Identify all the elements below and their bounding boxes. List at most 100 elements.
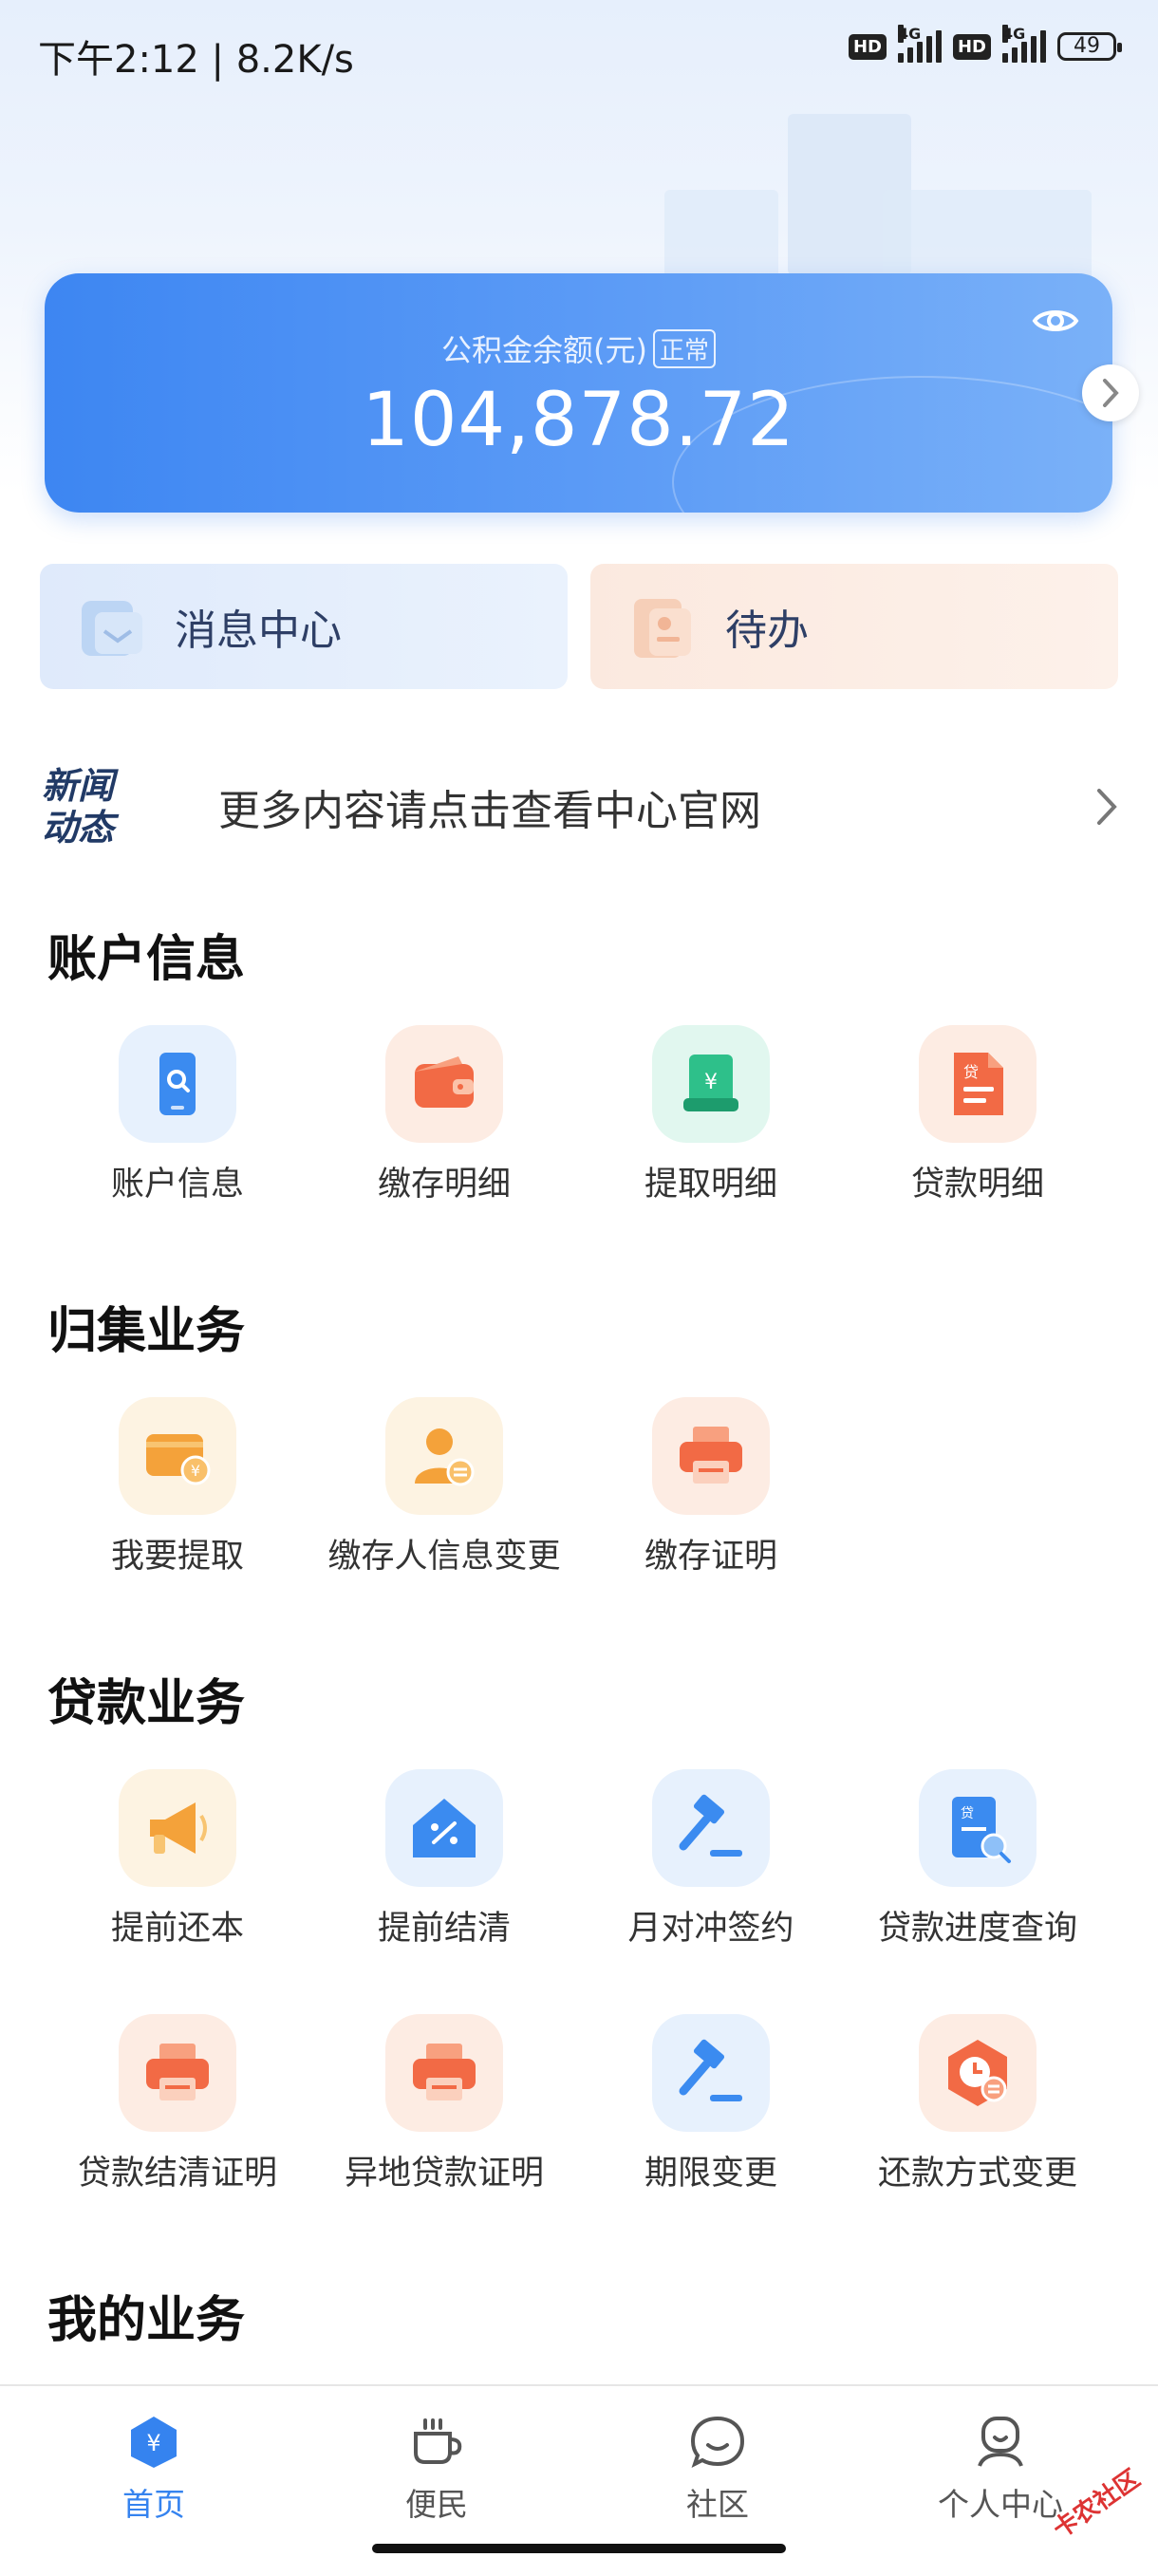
megaphone-icon: [150, 1802, 207, 1854]
item-icon-wrapper: [385, 2014, 503, 2132]
network-type: 4G: [897, 25, 922, 43]
printer-icon: [680, 1427, 742, 1484]
house-percent-icon: [413, 1799, 476, 1857]
nav-label: 社区: [686, 2486, 749, 2523]
news-banner[interactable]: 新闻 动态 更多内容请点击查看中心官网: [42, 759, 1124, 854]
grid-item-early-settlement[interactable]: 提前结清: [311, 1769, 577, 1950]
item-label: 还款方式变更: [877, 2155, 1077, 2193]
clock-exchange-icon: [948, 2040, 1007, 2106]
grid-item-early-repay-principal[interactable]: 提前还本: [45, 1769, 310, 1950]
nav-label: 便民: [405, 2486, 468, 2523]
item-label: 缴存人信息变更: [327, 1538, 561, 1576]
section-title-loan: 贷款业务: [47, 1675, 246, 1732]
item-label: 贷款进度查询: [877, 1910, 1077, 1948]
phone-search-icon: [159, 1053, 196, 1115]
item-label: 提前还本: [110, 1910, 244, 1948]
grid-item-deposit-certificate[interactable]: 缴存证明: [578, 1397, 844, 1577]
svg-text:贷: 贷: [963, 1063, 979, 1081]
grid-item-withdraw-detail[interactable]: ¥ 提取明细: [578, 1025, 844, 1205]
wallet-icon: [415, 1056, 474, 1108]
signal-icon: 4G: [1002, 25, 1046, 63]
grid-item-remote-loan-certificate[interactable]: 异地贷款证明: [311, 2014, 577, 2194]
grid-item-account-info[interactable]: 账户信息: [45, 1025, 310, 1205]
balance-amount: 104,878.72: [362, 378, 795, 463]
printer-icon: [413, 2044, 476, 2100]
grid-item-loan-progress-query[interactable]: 贷 贷款进度查询: [845, 1769, 1111, 1950]
nav-item-home[interactable]: ¥ 首页: [59, 2413, 249, 2525]
grid-item-withdraw[interactable]: ¥ 我要提取: [45, 1397, 310, 1577]
item-icon-wrapper: [919, 2014, 1037, 2132]
home-indicator[interactable]: [372, 2544, 786, 2553]
cup-icon: [414, 2418, 462, 2464]
grid-item-repayment-method-change[interactable]: 还款方式变更: [845, 2014, 1111, 2194]
status-icons: HD 4G HD 4G 49: [848, 25, 1122, 63]
battery-icon: 49: [1057, 32, 1122, 61]
item-icon-wrapper: [385, 1769, 503, 1887]
balance-card[interactable]: 公积金余额(元) 正常 104,878.72: [45, 273, 1112, 513]
news-logo: 新闻 动态: [42, 765, 146, 849]
item-icon-wrapper: ¥: [119, 1397, 236, 1515]
item-icon-wrapper: [385, 1397, 503, 1515]
gavel-icon: [679, 2039, 742, 2101]
grid-item-term-change[interactable]: 期限变更: [578, 2014, 844, 2194]
nav-item-community[interactable]: 社区: [623, 2413, 812, 2525]
chevron-right-icon: [1097, 789, 1117, 825]
news-text: 更多内容请点击查看中心官网: [218, 787, 761, 835]
item-icon-wrapper: [652, 1397, 770, 1515]
section-title-account: 账户信息: [47, 931, 246, 988]
loan-search-icon: 贷: [952, 1797, 1011, 1863]
news-logo-line: 新闻: [42, 765, 115, 807]
yuan-card-icon: ¥: [683, 1055, 738, 1111]
message-center-icon: [82, 601, 142, 656]
printer-icon: [146, 2044, 209, 2100]
item-label: 期限变更: [644, 2155, 777, 2193]
wallet-yuan-icon: ¥: [146, 1434, 211, 1485]
svg-text:¥: ¥: [146, 2430, 160, 2456]
item-icon-wrapper: [119, 1769, 236, 1887]
item-label: 异地贷款证明: [344, 2155, 544, 2193]
nav-item-convenience[interactable]: 便民: [342, 2413, 532, 2525]
svg-text:贷: 贷: [961, 1806, 974, 1821]
tile-label: 消息中心: [175, 607, 342, 655]
network-type: 4G: [1002, 25, 1026, 43]
svg-text:¥: ¥: [704, 1071, 718, 1094]
grid-item-depositor-info-change[interactable]: 缴存人信息变更: [311, 1397, 577, 1577]
item-icon-wrapper: [652, 1769, 770, 1887]
nav-label: 首页: [122, 2486, 185, 2523]
user-icon: [978, 2417, 1023, 2467]
grid-item-loan-detail[interactable]: 贷 贷款明细: [845, 1025, 1111, 1205]
item-label: 缴存明细: [377, 1166, 511, 1204]
grid-item-deposit-detail[interactable]: 缴存明细: [311, 1025, 577, 1205]
svg-text:¥: ¥: [191, 1462, 200, 1480]
eye-icon[interactable]: [1029, 294, 1082, 347]
gavel-icon: [679, 1794, 742, 1857]
tile-message-center[interactable]: 消息中心: [40, 564, 568, 689]
item-icon-wrapper: ¥: [652, 1025, 770, 1143]
item-label: 提前结清: [377, 1910, 511, 1948]
item-label: 缴存证明: [644, 1538, 777, 1576]
item-icon-wrapper: [119, 1025, 236, 1143]
item-label: 贷款明细: [910, 1166, 1044, 1204]
status-time: 下午2:12 | 8.2K/s: [38, 38, 354, 82]
item-label: 提取明细: [644, 1166, 777, 1204]
section-title-collection: 归集业务: [47, 1303, 246, 1360]
status-bar: 下午2:12 | 8.2K/s HD 4G HD 4G 49: [0, 0, 1158, 104]
status-badge: 正常: [652, 329, 716, 368]
item-label: 我要提取: [110, 1538, 244, 1576]
item-icon-wrapper: 贷: [919, 1025, 1037, 1143]
home-yuan-icon: ¥: [131, 2417, 177, 2468]
grid-item-monthly-offset-sign[interactable]: 月对冲签约: [578, 1769, 844, 1950]
item-label: 贷款结清证明: [77, 2155, 277, 2193]
hd-badge: HD: [848, 33, 887, 60]
item-label: 账户信息: [110, 1166, 244, 1204]
chevron-right-icon: [1103, 379, 1119, 407]
tile-label: 待办: [725, 607, 809, 655]
balance-label-row: 公积金余额(元) 正常: [45, 327, 1112, 370]
tile-todo[interactable]: 待办: [590, 564, 1118, 689]
grid-item-loan-settlement-certificate[interactable]: 贷款结清证明: [45, 2014, 310, 2194]
item-label: 月对冲签约: [627, 1910, 794, 1948]
hd-badge: HD: [952, 33, 991, 60]
card-next-button[interactable]: [1082, 364, 1139, 421]
todo-icon: [634, 599, 691, 658]
item-icon-wrapper: [385, 1025, 503, 1143]
